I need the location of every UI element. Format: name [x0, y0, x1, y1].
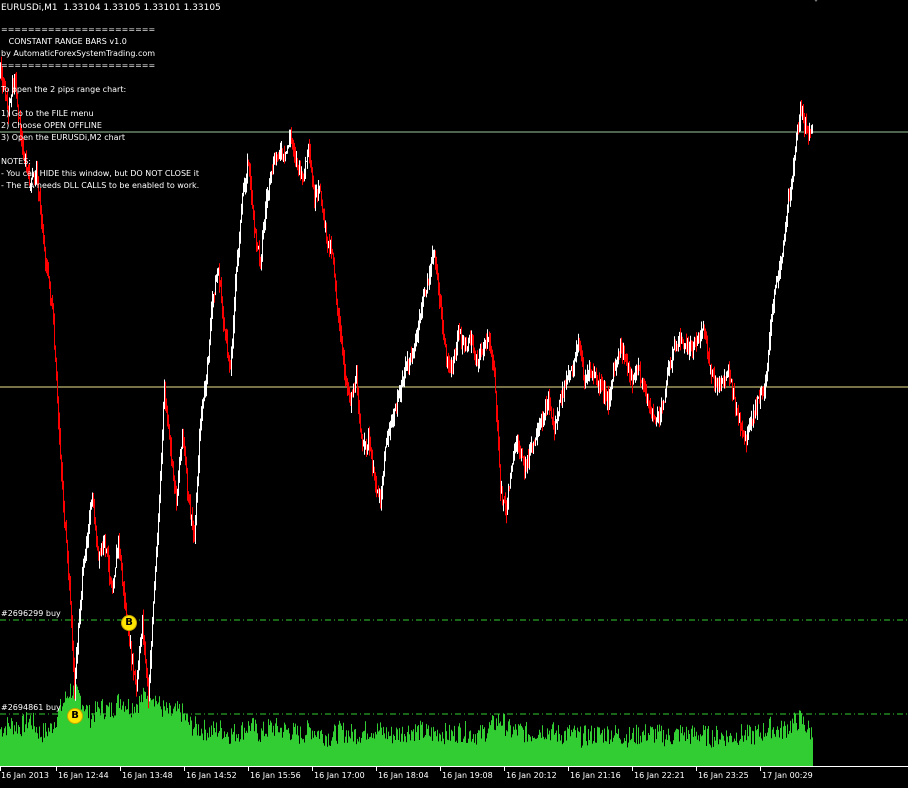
time-tick [312, 767, 313, 771]
info-line: 2) Choose OPEN OFFLINE [1, 121, 102, 130]
time-tick [632, 767, 633, 771]
order-label[interactable]: #2694861 buy [1, 703, 61, 713]
time-tick [120, 767, 121, 771]
info-line: ======================= [1, 25, 156, 34]
time-label: 16 Jan 2013 [1, 771, 49, 780]
time-label: 16 Jan 23:25 [698, 771, 749, 780]
order-label[interactable]: #2696299 buy [1, 609, 61, 619]
info-line: NOTES: [1, 157, 31, 166]
info-line: by AutomaticForexSystemTrading.com [1, 49, 156, 58]
chart-shift-marker-icon[interactable] [810, 0, 822, 2]
time-label: 16 Jan 13:48 [122, 771, 173, 780]
time-label: 16 Jan 21:16 [570, 771, 621, 780]
time-label: 16 Jan 22:21 [634, 771, 685, 780]
info-line: 1) Go to the FILE menu [1, 109, 94, 118]
time-tick [248, 767, 249, 771]
info-line: - You can HIDE this window, but DO NOT C… [1, 169, 200, 178]
ea-info-panel: ======================= CONSTANT RANGE B… [1, 24, 199, 192]
info-line: - The EA needs DLL CALLS to be enabled t… [1, 181, 200, 190]
time-label: 16 Jan 18:04 [378, 771, 429, 780]
time-axis: 16 Jan 2013 16 Jan 12:44 16 Jan 13:48 16… [0, 766, 908, 788]
buy-arrow-icon[interactable]: B [67, 708, 83, 724]
info-line [1, 144, 199, 156]
time-tick [184, 767, 185, 771]
time-tick [440, 767, 441, 771]
info-line: 3) Open the EURUSDi,M2 chart [1, 133, 125, 142]
mt4-chart-window[interactable]: EURUSDi,M1 1.33104 1.33105 1.33101 1.331… [0, 0, 908, 788]
info-line [1, 72, 199, 84]
info-line: To open the 2 pips range chart: [1, 85, 127, 94]
time-tick [504, 767, 505, 771]
time-label: 16 Jan 20:12 [506, 771, 557, 780]
time-label: 16 Jan 14:52 [186, 771, 237, 780]
time-label: 16 Jan 17:00 [314, 771, 365, 780]
chart-header: EURUSDi,M1 1.33104 1.33105 1.33101 1.331… [1, 3, 221, 13]
time-tick [696, 767, 697, 771]
time-tick [568, 767, 569, 771]
time-tick [56, 767, 57, 771]
time-tick [760, 767, 761, 771]
time-label: 16 Jan 19:08 [442, 771, 493, 780]
time-label: 16 Jan 12:44 [58, 771, 109, 780]
info-line: ======================= [1, 61, 156, 70]
info-line: CONSTANT RANGE BARS v1.0 [1, 37, 127, 46]
time-tick [376, 767, 377, 771]
info-line [1, 96, 199, 108]
time-label: 16 Jan 15:56 [250, 771, 301, 780]
time-label: 17 Jan 00:29 [762, 771, 813, 780]
buy-arrow-icon[interactable]: B [121, 615, 137, 631]
